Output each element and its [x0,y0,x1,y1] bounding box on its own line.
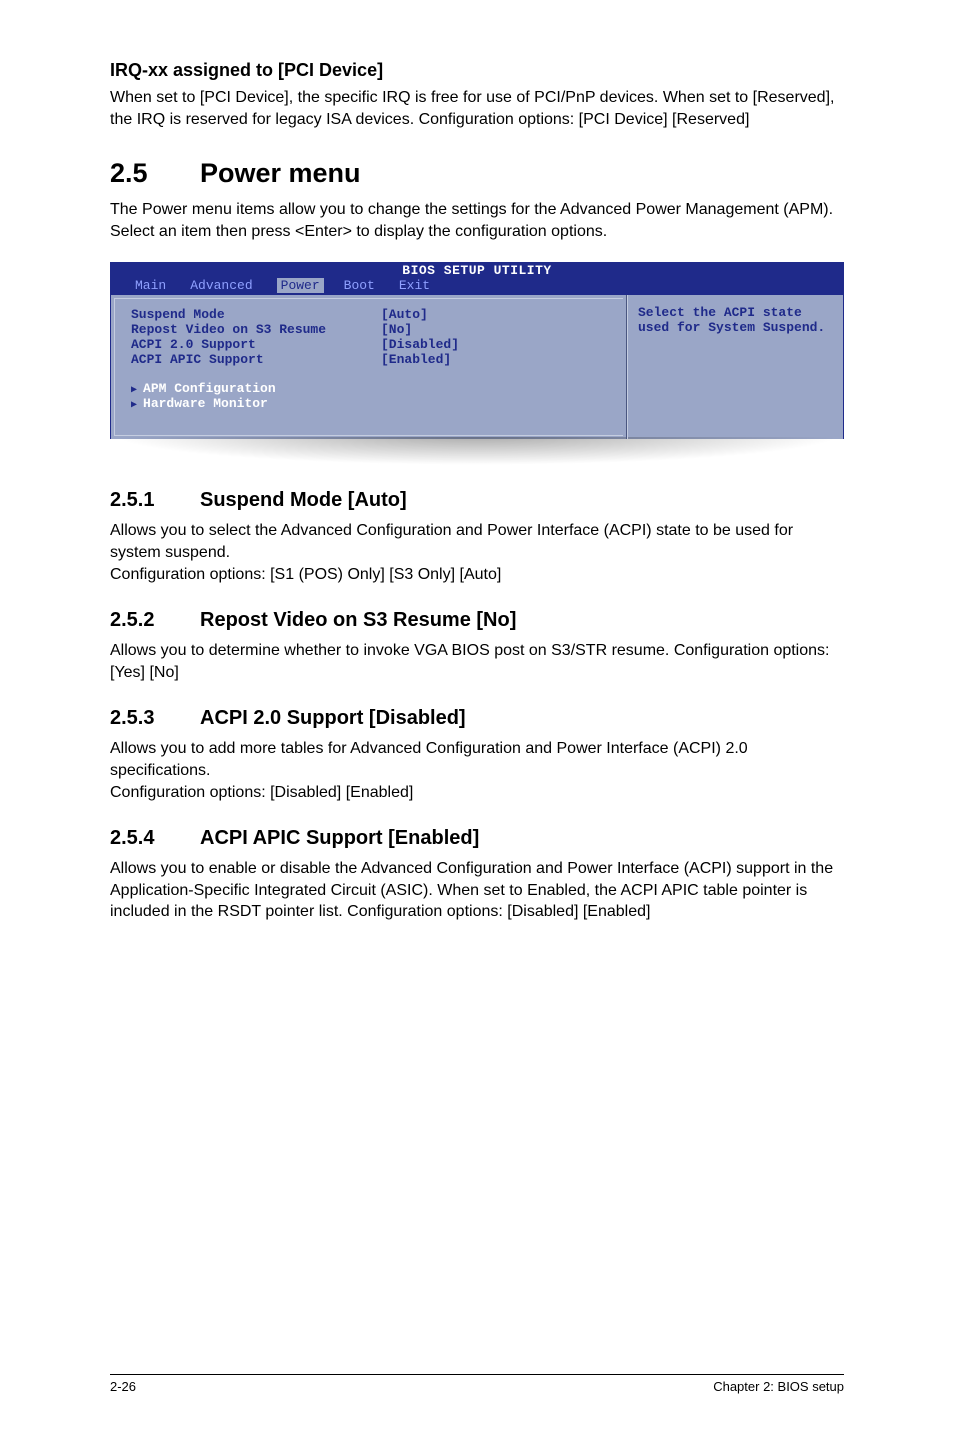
bios-tab-main: Main [135,278,190,293]
bios-tab-row: Main Advanced Power Boot Exit [110,278,844,295]
footer-chapter: Chapter 2: BIOS setup [713,1379,844,1394]
bios-body: Suspend Mode [Auto] Repost Video on S3 R… [110,295,844,439]
bios-value: [Enabled] [381,352,451,367]
heading-title: ACPI APIC Support [Enabled] [200,827,479,849]
bios-sub-label: APM Configuration [143,381,276,396]
page-footer: 2-26 Chapter 2: BIOS setup [110,1374,844,1394]
heading-number: 2.5.4 [110,827,200,850]
heading-254: 2.5.4ACPI APIC Support [Enabled] [110,827,844,850]
bios-shadow [110,437,844,465]
paragraph-251b: Configuration options: [S1 (POS) Only] [… [110,564,844,586]
bios-label: Repost Video on S3 Resume [131,322,381,337]
bios-row-repost: Repost Video on S3 Resume [No] [131,322,612,337]
bios-tab-exit: Exit [399,278,454,293]
heading-252: 2.5.2Repost Video on S3 Resume [No] [110,609,844,632]
bios-tab-boot: Boot [344,278,399,293]
bios-sub-hwmon: ▶ Hardware Monitor [131,396,612,411]
paragraph-254: Allows you to enable or disable the Adva… [110,858,844,923]
triangle-icon: ▶ [131,400,137,411]
paragraph-intro: The Power menu items allow you to change… [110,199,844,242]
bios-row-suspend: Suspend Mode [Auto] [131,307,612,322]
bios-tab-power: Power [277,278,324,293]
bios-help-pane: Select the ACPI state used for System Su… [627,295,843,439]
heading-251: 2.5.1Suspend Mode [Auto] [110,489,844,512]
heading-title: ACPI 2.0 Support [Disabled] [200,707,466,729]
paragraph-irq: When set to [PCI Device], the specific I… [110,87,844,130]
bios-sub-label: Hardware Monitor [143,396,268,411]
heading-number: 2.5 [110,158,200,189]
bios-label: ACPI APIC Support [131,352,381,367]
heading-power-menu: 2.5Power menu [110,158,844,189]
bios-label: ACPI 2.0 Support [131,337,381,352]
bios-value: [Disabled] [381,337,459,352]
bios-title: BIOS SETUP UTILITY [110,262,844,278]
bios-submenu: ▶ APM Configuration ▶ Hardware Monitor [131,381,612,411]
bios-screenshot: BIOS SETUP UTILITY Main Advanced Power B… [110,262,844,465]
bios-tab-advanced: Advanced [190,278,276,293]
heading-title: Repost Video on S3 Resume [No] [200,609,516,631]
heading-number: 2.5.1 [110,489,200,512]
heading-number: 2.5.2 [110,609,200,632]
heading-253: 2.5.3ACPI 2.0 Support [Disabled] [110,707,844,730]
heading-title: Power menu [200,158,361,188]
paragraph-251a: Allows you to select the Advanced Config… [110,520,844,563]
bios-value: [Auto] [381,307,428,322]
bios-help-text: Select the ACPI state used for System Su… [638,305,833,335]
paragraph-253a: Allows you to add more tables for Advanc… [110,738,844,781]
bios-row-acpiapic: ACPI APIC Support [Enabled] [131,352,612,367]
bios-sub-apm: ▶ APM Configuration [131,381,612,396]
triangle-icon: ▶ [131,385,137,396]
heading-number: 2.5.3 [110,707,200,730]
bios-row-acpi20: ACPI 2.0 Support [Disabled] [131,337,612,352]
subheading-irq: IRQ-xx assigned to [PCI Device] [110,60,844,81]
bios-value: [No] [381,322,412,337]
footer-page-number: 2-26 [110,1379,136,1394]
heading-title: Suspend Mode [Auto] [200,489,407,511]
paragraph-252: Allows you to determine whether to invok… [110,640,844,683]
bios-label: Suspend Mode [131,307,381,322]
bios-left-pane: Suspend Mode [Auto] Repost Video on S3 R… [111,295,627,439]
paragraph-253b: Configuration options: [Disabled] [Enabl… [110,782,844,804]
